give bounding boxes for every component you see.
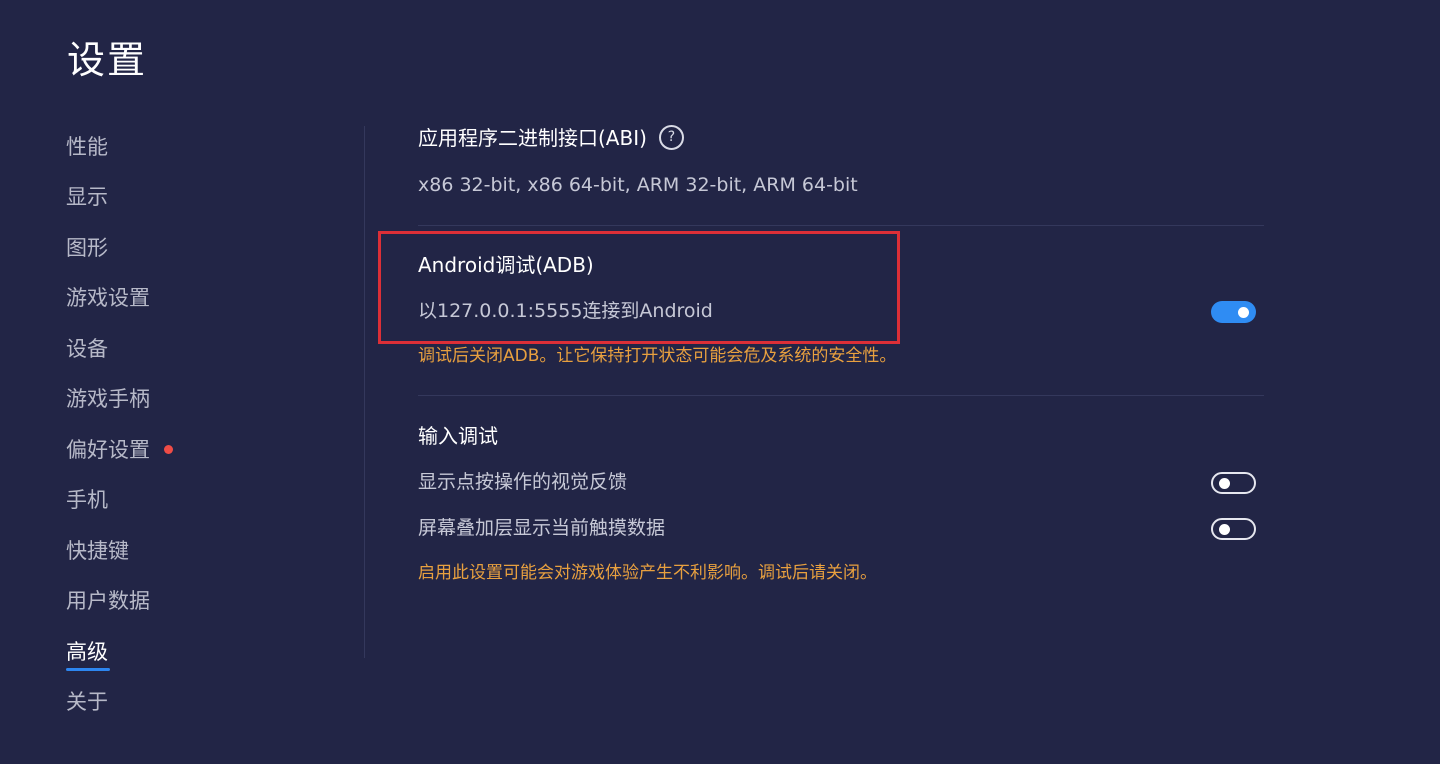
sidebar-item-label: 关于 (66, 690, 108, 714)
active-tab-indicator (66, 668, 110, 671)
sidebar-item-advanced[interactable]: 高级 (66, 637, 110, 671)
touch-overlay-label: 屏幕叠加层显示当前触摸数据 (418, 517, 666, 539)
sidebar-item-gamepad[interactable]: 游戏手柄 (66, 384, 150, 414)
sidebar-item-label: 用户数据 (66, 589, 150, 613)
sidebar-item-label: 图形 (66, 236, 108, 260)
input-debug-warning: 启用此设置可能会对游戏体验产生不利影响。调试后请关闭。 (418, 563, 877, 583)
visual-feedback-label: 显示点按操作的视觉反馈 (418, 471, 628, 493)
input-debug-section-title: 输入调试 (418, 424, 498, 448)
visual-feedback-toggle[interactable] (1211, 472, 1256, 494)
section-divider (418, 395, 1264, 396)
settings-content: 应用程序二进制接口(ABI)? x86 32-bit, x86 64-bit, … (418, 0, 1264, 764)
sidebar-item-graphics[interactable]: 图形 (66, 233, 108, 263)
sidebar-divider (364, 126, 365, 658)
sidebar-item-preferences[interactable]: 偏好设置 (66, 435, 173, 465)
adb-toggle[interactable] (1211, 301, 1256, 323)
toggle-knob (1219, 477, 1230, 489)
sidebar-item-shortcuts[interactable]: 快捷键 (66, 536, 129, 566)
sidebar-item-label: 偏好设置 (66, 438, 150, 462)
sidebar-item-label: 显示 (66, 185, 108, 209)
adb-section-title: Android调试(ADB) (418, 253, 594, 277)
notification-dot-icon (164, 444, 173, 454)
sidebar-item-display[interactable]: 显示 (66, 182, 108, 212)
abi-section-title: 应用程序二进制接口(ABI)? (418, 124, 684, 152)
toggle-knob (1219, 523, 1230, 535)
abi-title-text: 应用程序二进制接口(ABI) (418, 126, 647, 150)
sidebar-item-performance[interactable]: 性能 (66, 132, 108, 162)
sidebar-item-label: 性能 (66, 135, 108, 159)
sidebar-item-label: 高级 (66, 640, 108, 664)
sidebar-item-game-settings[interactable]: 游戏设置 (66, 283, 150, 313)
sidebar-item-about[interactable]: 关于 (66, 687, 108, 717)
adb-warning: 调试后关闭ADB。让它保持打开状态可能会危及系统的安全性。 (418, 346, 897, 366)
adb-description: 以127.0.0.1:5555连接到Android (418, 300, 713, 322)
touch-overlay-toggle[interactable] (1211, 518, 1256, 540)
abi-value: x86 32-bit, x86 64-bit, ARM 32-bit, ARM … (418, 174, 858, 196)
question-circle-icon[interactable]: ? (658, 125, 684, 150)
sidebar-item-label: 游戏设置 (66, 286, 150, 310)
page-title: 设置 (67, 38, 148, 82)
sidebar-item-label: 设备 (66, 337, 108, 361)
section-divider (418, 225, 1264, 226)
sidebar-item-label: 手机 (66, 488, 108, 512)
sidebar-item-label: 快捷键 (66, 539, 129, 563)
sidebar-item-label: 游戏手柄 (66, 387, 150, 411)
sidebar-item-phone[interactable]: 手机 (66, 485, 108, 515)
sidebar-item-user-data[interactable]: 用户数据 (66, 586, 150, 616)
sidebar-item-device[interactable]: 设备 (66, 334, 108, 364)
toggle-knob (1238, 306, 1249, 318)
